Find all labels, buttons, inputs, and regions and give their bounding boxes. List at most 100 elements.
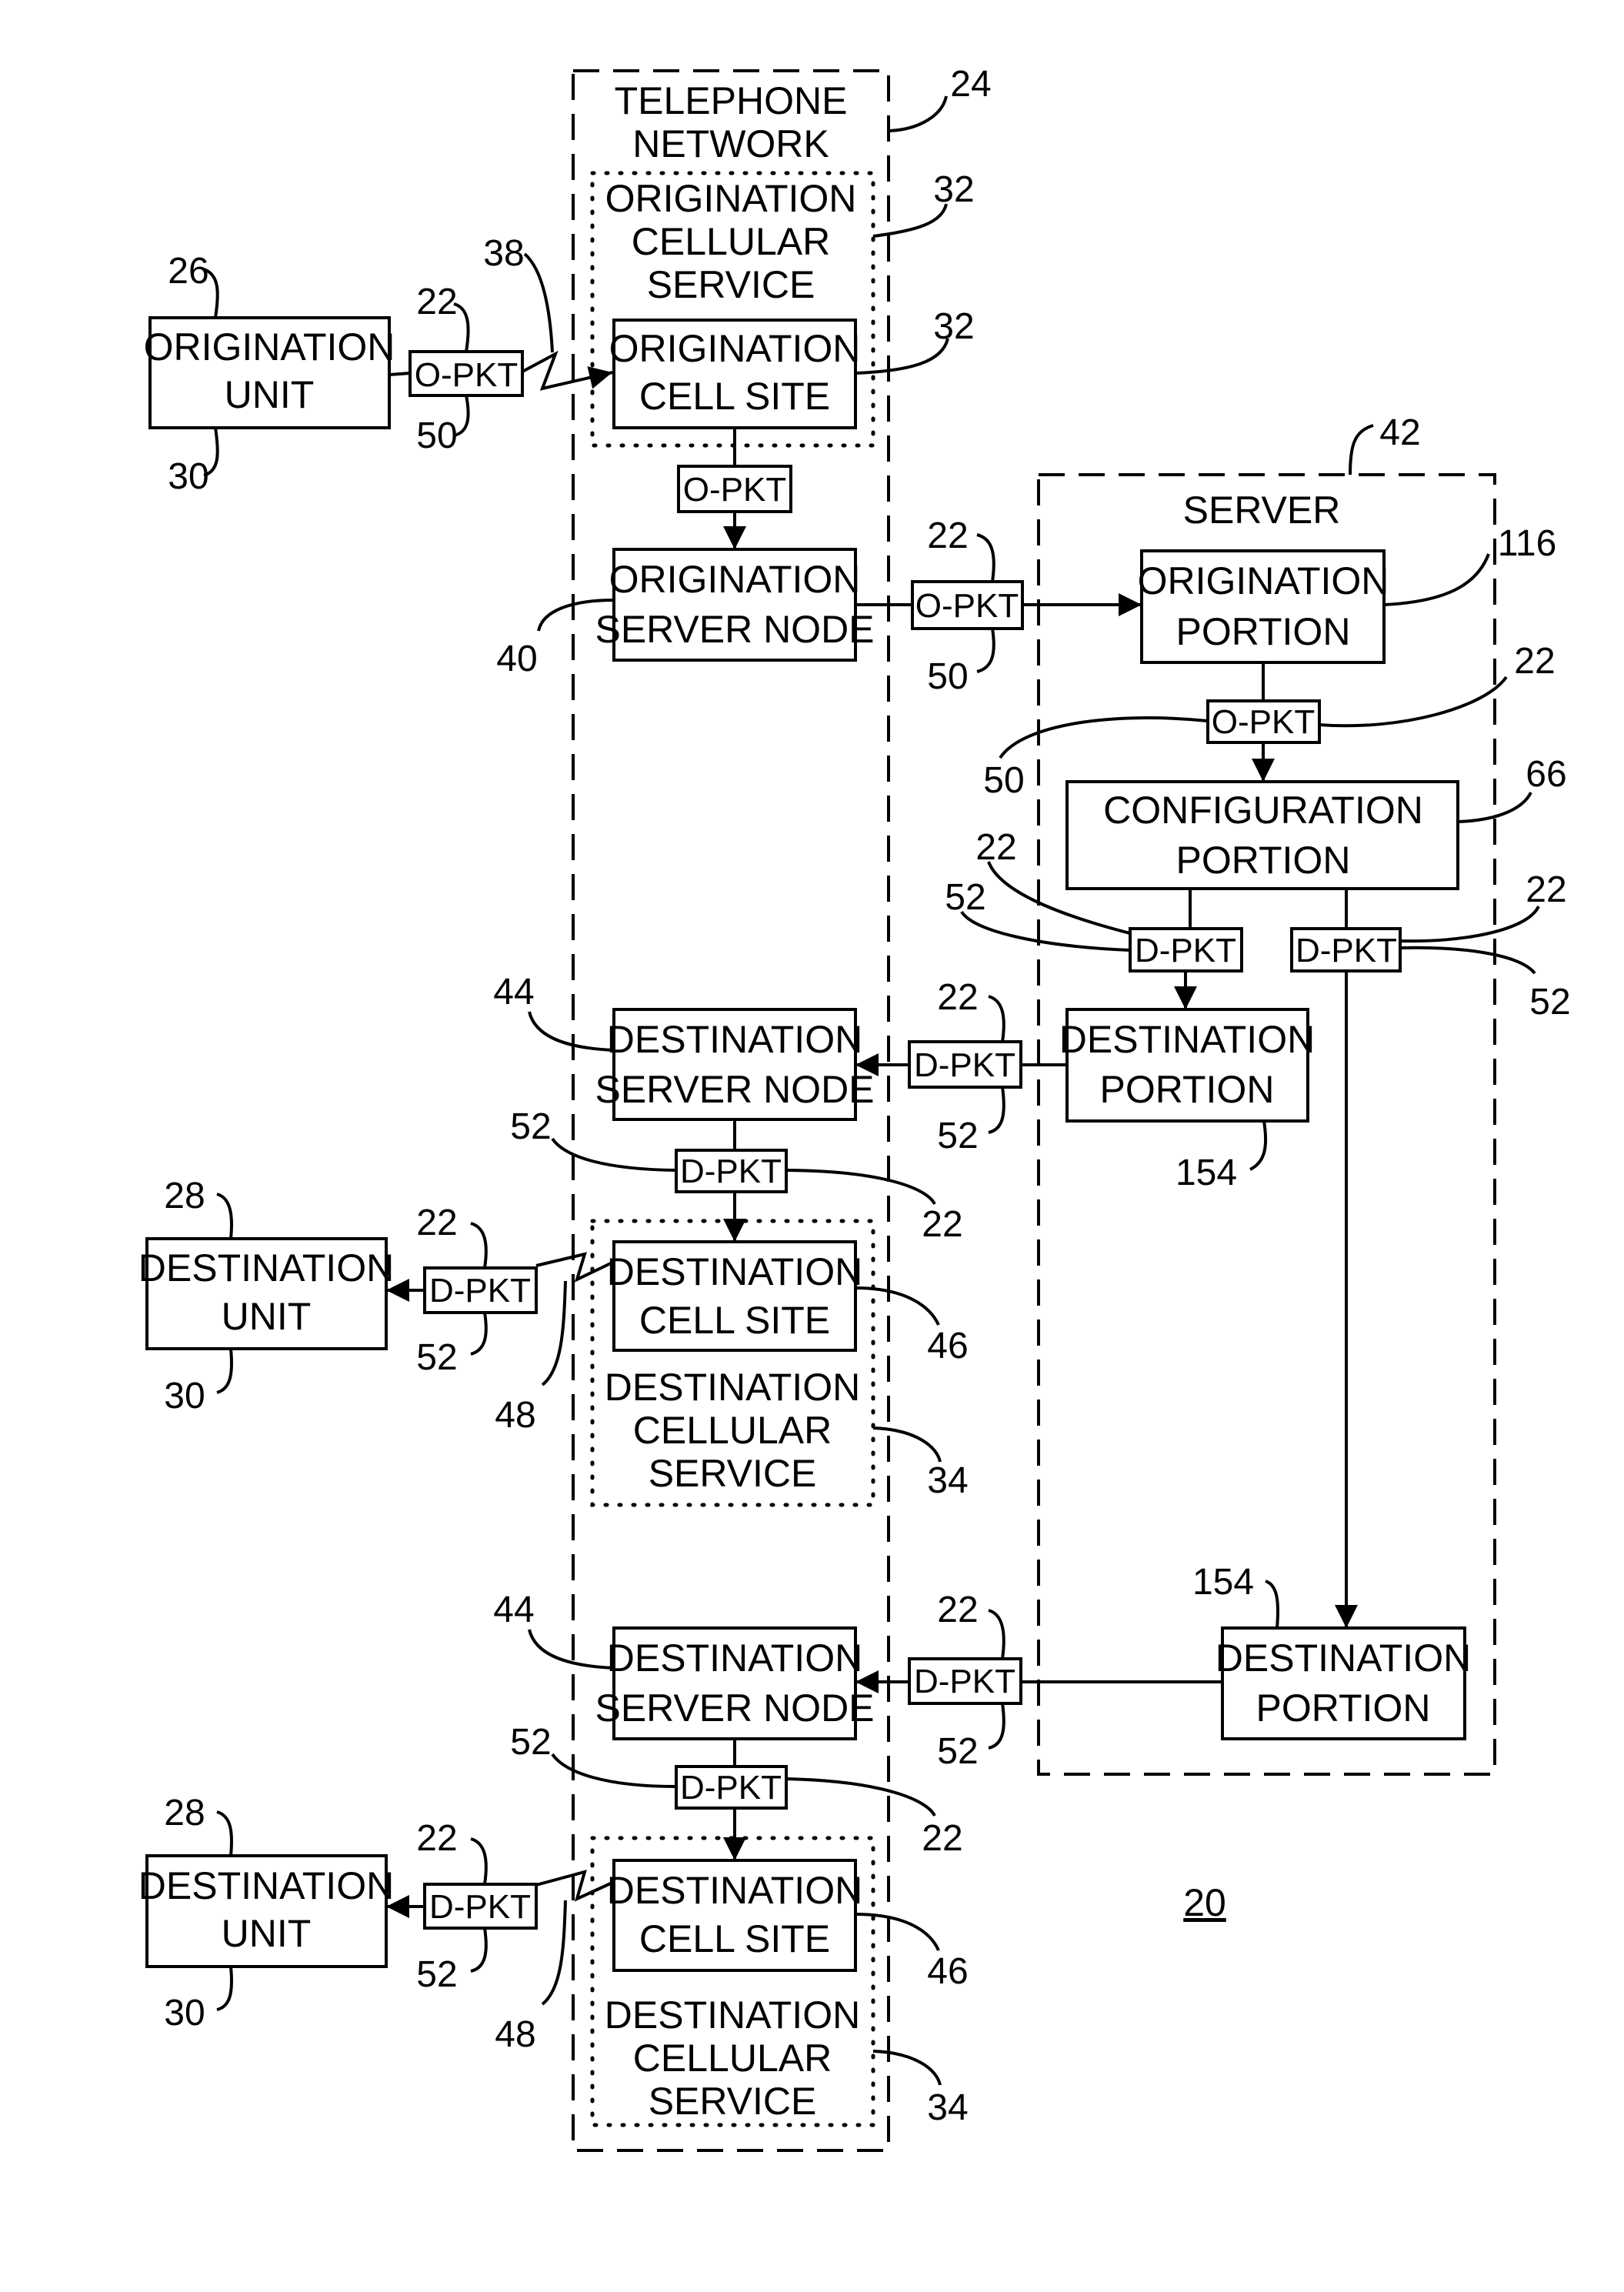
destination-unit-line1: DESTINATION <box>138 1864 394 1907</box>
destination-portion-line2: PORTION <box>1100 1068 1275 1111</box>
destination-portion-line1: DESTINATION <box>1215 1636 1471 1680</box>
figure-number: 20 <box>1183 1881 1226 1924</box>
destination-portion-line1: DESTINATION <box>1059 1018 1315 1061</box>
origination-cellular-service-ref: 32 <box>933 169 974 210</box>
destination-cell-site-line2: CELL SITE <box>639 1917 830 1960</box>
d-pkt-ref-52-leader <box>551 1753 677 1788</box>
configuration-portion-ref: 66 <box>1526 754 1566 795</box>
d-pkt-ref-22: 22 <box>922 1818 962 1859</box>
d-pkt-ref-52-leader <box>470 1312 488 1356</box>
origination-server-node-line1: ORIGINATION <box>609 558 861 601</box>
d-pkt-label: D-PKT <box>429 1888 531 1926</box>
d-pkt-ref-22-leader <box>988 995 1005 1043</box>
d-pkt-label: D-PKT <box>1135 932 1236 969</box>
o-pkt-ref-50: 50 <box>927 656 968 697</box>
server-label: SERVER <box>1183 489 1341 532</box>
o-pkt-label: O-PKT <box>415 356 518 394</box>
origination-cell-site: ORIGINATION CELL SITE 32 <box>609 306 975 429</box>
destination-wireless-link-1-icon <box>535 1252 615 1283</box>
server-boundary <box>1037 473 1496 1776</box>
d-pkt-ref-52: 52 <box>1529 982 1570 1023</box>
destination-portion-1: DESTINATION PORTION 154 <box>1059 1008 1315 1193</box>
d-pkt-ref-52: 52 <box>510 1106 551 1147</box>
origination-portion-ref: 116 <box>1498 523 1557 564</box>
destination-unit-ref-top: 28 <box>164 1176 205 1216</box>
o-pkt-telephone: O-PKT <box>677 465 792 513</box>
destination-cellular-service-line2: CELLULAR <box>633 2037 832 2080</box>
d-pkt-ref-22-leader <box>785 1169 936 1206</box>
d-pkt-label: D-PKT <box>680 1769 782 1807</box>
o-pkt-ref-22-leader <box>976 533 995 582</box>
d-pkt-ref-22-leader <box>470 1837 488 1885</box>
d-pkt-ref-52-leader <box>470 1927 488 1973</box>
destination-server-node-line1: DESTINATION <box>607 1018 862 1061</box>
destination-unit-top-leader <box>216 1810 234 1857</box>
o-pkt-label: O-PKT <box>683 471 786 509</box>
d-pkt-ref-52-leader <box>988 1086 1005 1134</box>
destination-cellular-service-line2: CELLULAR <box>633 1409 832 1452</box>
d-pkt-to-unit-1: D-PKT 22 52 <box>416 1203 538 1378</box>
destination-cellular-service-leader <box>872 1426 942 1463</box>
destination-unit-bottom-leader <box>216 1348 234 1394</box>
origination-cellular-service-line2: CELLULAR <box>632 220 830 263</box>
destination-wireless-leader-2 <box>541 1900 567 2006</box>
destination-unit-line2: UNIT <box>222 1295 312 1338</box>
o-pkt-ref-50: 50 <box>416 415 457 456</box>
telephone-network-ref: 24 <box>950 64 991 105</box>
destination-unit-ref-bottom: 30 <box>164 1376 205 1416</box>
destination-unit-bottom-leader <box>216 1966 234 2011</box>
d-pkt-label: D-PKT <box>680 1153 782 1190</box>
origination-unit-line2: UNIT <box>225 373 315 416</box>
d-pkt-ref-22: 22 <box>416 1203 457 1243</box>
origination-cell-site-line1: ORIGINATION <box>609 327 861 370</box>
o-pkt-ref-22: 22 <box>1514 641 1555 682</box>
destination-cell-site-line1: DESTINATION <box>607 1869 862 1912</box>
destination-wireless-link-2-icon <box>535 1870 615 1902</box>
destination-cellular-service-leader <box>872 2050 942 2086</box>
server-ref: 42 <box>1379 412 1420 453</box>
o-pkt-server-internal: O-PKT 22 50 <box>983 641 1555 801</box>
destination-unit-ref-top: 28 <box>164 1793 205 1833</box>
origination-wireless-leader <box>523 252 554 353</box>
o-pkt-ref-50: 50 <box>983 760 1024 801</box>
d-pkt-to-unit-2: D-PKT 22 52 <box>416 1818 538 1995</box>
destination-unit-line2: UNIT <box>222 1912 312 1955</box>
d-pkt-label: D-PKT <box>1296 932 1397 969</box>
d-pkt-ref-22-leader <box>988 1609 1005 1660</box>
origination-wireless-ref: 38 <box>483 233 524 274</box>
d-pkt-config-right: D-PKT 22 52 <box>1290 869 1571 1023</box>
destination-unit-top-leader <box>216 1193 234 1239</box>
d-pkt-ref-52: 52 <box>937 1116 978 1156</box>
destination-wireless-ref-2: 48 <box>495 2014 535 2055</box>
origination-server-node: ORIGINATION SERVER NODE 40 <box>496 548 875 679</box>
telephone-network-leader <box>889 95 948 132</box>
origination-cellular-service-line1: ORIGINATION <box>605 177 857 220</box>
destination-portion-ref: 154 <box>1192 1562 1254 1603</box>
destination-cell-site-ref: 46 <box>927 1326 968 1366</box>
destination-cell-site-line1: DESTINATION <box>607 1250 862 1293</box>
telephone-network-label-line1: TELEPHONE <box>615 79 848 122</box>
destination-server-node-ref: 44 <box>493 1590 534 1630</box>
d-pkt-label: D-PKT <box>914 1663 1015 1700</box>
d-pkt-ref-22: 22 <box>922 1204 962 1245</box>
origination-wireless-link-icon <box>522 350 613 391</box>
destination-server-node-line1: DESTINATION <box>607 1636 862 1680</box>
destination-server-node-line2: SERVER NODE <box>595 1068 874 1111</box>
d-pkt-ref-52-leader <box>988 1703 1005 1750</box>
configuration-portion: CONFIGURATION PORTION 66 <box>1065 754 1567 890</box>
d-pkt-ref-52-leader <box>551 1137 677 1172</box>
origination-cell-site-ref: 32 <box>933 306 974 347</box>
origination-server-node-line2: SERVER NODE <box>595 608 874 651</box>
destination-portion-leader <box>1249 1120 1268 1171</box>
destination-server-node-1: DESTINATION SERVER NODE 44 <box>493 972 875 1121</box>
destination-unit-line1: DESTINATION <box>138 1246 394 1289</box>
origination-server-node-ref: 40 <box>496 639 537 679</box>
d-pkt-ref-52-leader <box>960 910 1131 952</box>
destination-cell-site-line2: CELL SITE <box>639 1299 830 1342</box>
patent-diagram: TELEPHONE NETWORK 24 SERVER 42 ORIGINATI… <box>138 64 1571 2152</box>
origination-portion-line1: ORIGINATION <box>1138 559 1389 602</box>
o-pkt-ref-22-leader <box>1319 676 1508 728</box>
origination-cellular-service-line3: SERVICE <box>647 263 815 306</box>
d-pkt-ref-22: 22 <box>975 827 1016 868</box>
d-pkt-ref-52: 52 <box>945 877 985 918</box>
